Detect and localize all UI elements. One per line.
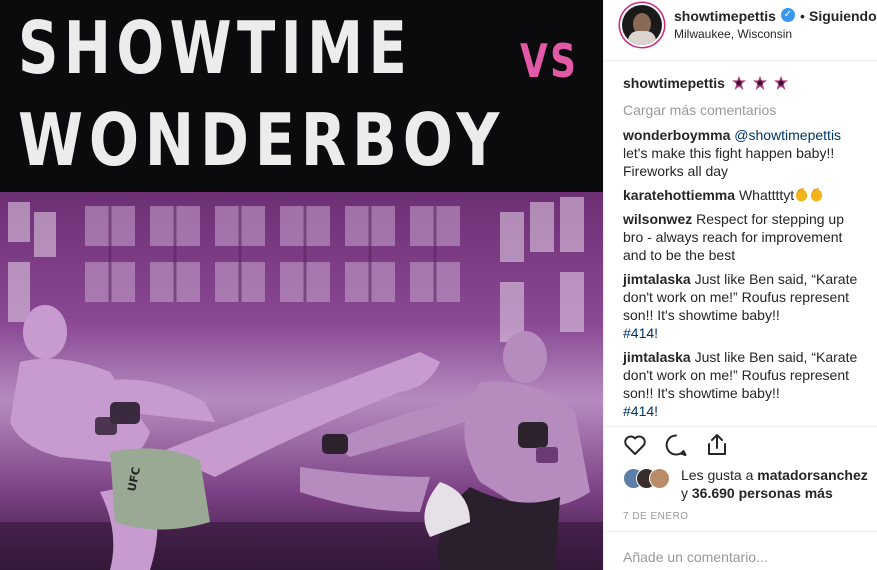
post-image[interactable]: SHOWTIME VS WONDERBOY UFC: [0, 0, 603, 570]
caption-badges: [729, 75, 788, 91]
post-date[interactable]: 7 de enero: [623, 511, 689, 522]
verified-check-icon: ✓: [781, 8, 795, 22]
comment-hashtag-link[interactable]: #414!: [623, 325, 658, 341]
poster-title-area: SHOWTIME VS WONDERBOY: [0, 0, 603, 192]
pink-star-badge-icon: [752, 76, 767, 90]
comment-username-link[interactable]: jimtalaska: [623, 349, 691, 365]
comment-text: let's make this fight happen baby!! Fire…: [623, 145, 835, 179]
post-caption: showtimepettis: [623, 75, 788, 91]
pink-star-badge-icon: [731, 76, 746, 90]
post-header: showtimepettis ✓ • Siguiendo Milwaukee, …: [604, 0, 877, 56]
likes-count-link[interactable]: 36.690 personas más: [692, 485, 833, 501]
pink-star-badge-icon: [773, 76, 788, 90]
comment-item: karatehottiemma Whattttyt: [623, 186, 868, 204]
heart-icon[interactable]: [622, 432, 648, 458]
comment-mention-link[interactable]: @showtimepettis: [734, 127, 841, 143]
poster-title-wonderboy: WONDERBOY: [18, 98, 506, 182]
comment-bubble-icon[interactable]: [663, 432, 689, 458]
caption-username-link[interactable]: showtimepettis: [623, 75, 725, 91]
comments-list: wonderboymma @showtimepettis let's make …: [623, 126, 868, 426]
likes-summary: Les gusta a matadorsanchez y 36.690 pers…: [623, 466, 868, 506]
comment-text: Whattttyt: [738, 187, 795, 203]
comment-item: jimtalaska Just like Ben said, “Karate d…: [623, 270, 868, 342]
likes-text: Les gusta a matadorsanchez y 36.690 pers…: [681, 466, 871, 502]
comment-hashtag-link[interactable]: #414!: [623, 403, 658, 419]
header-separator-dot: •: [800, 8, 805, 24]
liker-avatars[interactable]: [623, 468, 671, 489]
following-button[interactable]: Siguiendo: [809, 8, 877, 24]
actions-divider: [604, 426, 877, 427]
comment-item: wonderboymma @showtimepettis let's make …: [623, 126, 868, 180]
poster-title-showtime: SHOWTIME: [18, 6, 413, 90]
comment-item: jimtalaska Just like Ben said, “Karate d…: [623, 348, 868, 420]
comment-item: wilsonwez Respect for stepping up bro - …: [623, 210, 868, 264]
owner-username-link[interactable]: showtimepettis: [674, 8, 776, 24]
location-link[interactable]: Milwaukee, Wisconsin: [674, 27, 792, 41]
owner-avatar[interactable]: [622, 5, 662, 45]
share-icon[interactable]: [704, 432, 730, 458]
comment-username-link[interactable]: karatehottiemma: [623, 187, 735, 203]
add-comment-input[interactable]: Añade un comentario...: [623, 549, 768, 565]
comment-username-link[interactable]: wilsonwez: [623, 211, 692, 227]
clapping-hands-icon: [811, 187, 823, 202]
poster-fight-scene: UFC: [0, 192, 603, 570]
fight-scene-illustration: UFC: [0, 197, 603, 570]
likes-prefix: Les gusta a: [681, 467, 754, 483]
comment-username-link[interactable]: jimtalaska: [623, 271, 691, 287]
poster-vs: VS: [520, 34, 579, 88]
post-side-panel: showtimepettis ✓ • Siguiendo Milwaukee, …: [603, 0, 877, 570]
header-divider: [604, 60, 877, 61]
liker-avatar: [649, 468, 670, 489]
clapping-hands-icon: [796, 187, 808, 202]
liker-username-link[interactable]: matadorsanchez: [757, 467, 867, 483]
comment-input-divider: [604, 531, 877, 532]
load-more-comments-button[interactable]: Cargar más comentarios: [623, 102, 776, 118]
likes-conjunction: y: [681, 485, 688, 501]
comment-username-link[interactable]: wonderboymma: [623, 127, 730, 143]
